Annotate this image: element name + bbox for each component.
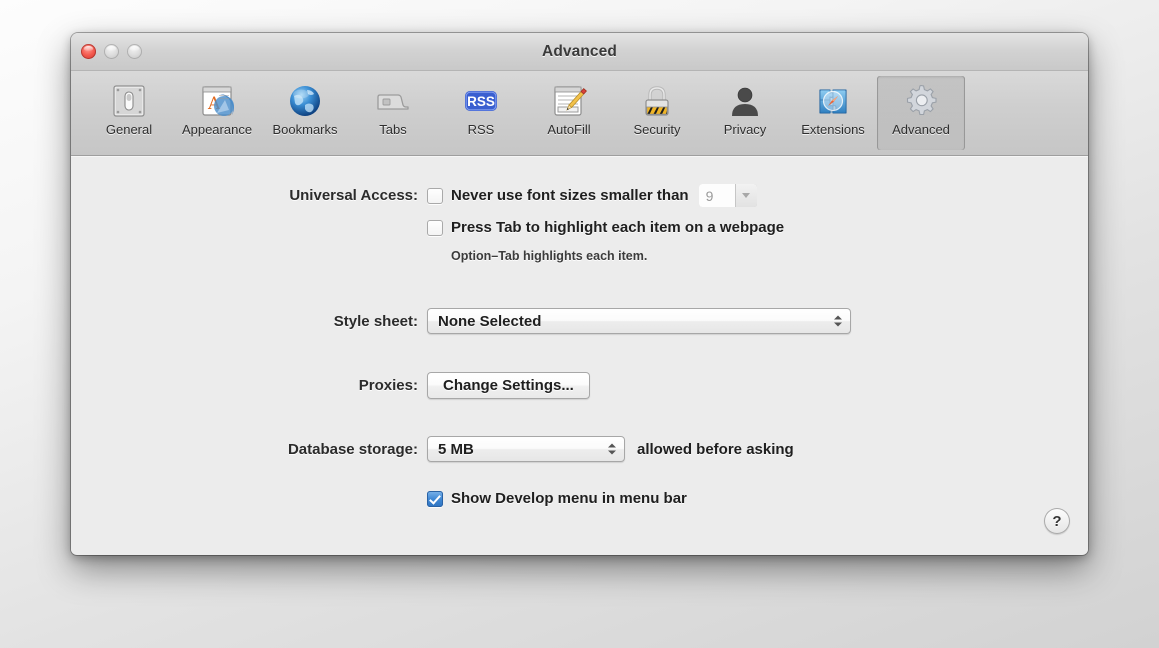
row-database-storage: Database storage: 5 MB allowed before as…: [247, 436, 794, 462]
rss-icon: RSS: [462, 82, 500, 120]
general-icon: [110, 82, 148, 120]
chevron-updown-icon: [608, 443, 616, 455]
toolbar-item-appearance[interactable]: A Appearance: [173, 76, 261, 150]
toolbar-label-extensions: Extensions: [801, 122, 865, 137]
minimum-font-size-dropdown-button[interactable]: [734, 184, 757, 207]
press-tab-highlight-label: Press Tab to highlight each item on a we…: [451, 219, 785, 236]
database-storage-value: 5 MB: [438, 440, 474, 458]
universal-access-label: Universal Access:: [289, 187, 418, 204]
minimum-font-size-combo[interactable]: 9: [698, 184, 757, 207]
toolbar-label-appearance: Appearance: [181, 122, 253, 137]
toolbar-item-general[interactable]: General: [85, 76, 173, 150]
toolbar-item-extensions[interactable]: Extensions: [789, 76, 877, 150]
toolbar-label-general: General: [105, 122, 153, 137]
toolbar-item-security[interactable]: Security: [613, 76, 701, 150]
change-settings-button[interactable]: Change Settings...: [427, 372, 590, 399]
help-button[interactable]: ?: [1044, 508, 1070, 534]
show-develop-menu-label: Show Develop menu in menu bar: [451, 490, 687, 507]
chevron-down-icon: [742, 193, 751, 198]
option-tab-hint: Option–Tab highlights each item.: [451, 249, 648, 263]
toolbar-label-tabs: Tabs: [379, 122, 407, 137]
chevron-updown-icon: [834, 315, 842, 327]
row-option-tab-hint: Option–Tab highlights each item.: [451, 249, 647, 263]
database-storage-label: Database storage:: [287, 440, 418, 458]
never-use-font-sizes-checkbox[interactable]: [427, 187, 443, 204]
toolbar-item-tabs[interactable]: Tabs: [349, 76, 437, 150]
toolbar-label-rss: RSS: [467, 122, 495, 137]
bookmarks-icon: [286, 82, 324, 120]
window-titlebar[interactable]: Advanced: [71, 33, 1088, 71]
toolbar-label-autofill: AutoFill: [547, 122, 591, 137]
database-storage-suffix: allowed before asking: [637, 440, 794, 458]
toolbar-label-advanced: Advanced: [892, 122, 950, 137]
style-sheet-popup[interactable]: None Selected: [427, 308, 851, 334]
minimum-font-size-value: 9: [698, 184, 735, 207]
window-title: Advanced: [542, 43, 617, 60]
person-icon: [726, 82, 764, 120]
row-universal-access: Universal Access: Never use font sizes s…: [247, 184, 757, 207]
toolbar-label-security: Security: [633, 122, 681, 137]
appearance-icon: A: [198, 82, 236, 120]
database-storage-popup[interactable]: 5 MB: [427, 436, 625, 462]
toolbar-item-rss[interactable]: RSS RSS: [437, 76, 525, 150]
style-sheet-value: None Selected: [438, 312, 542, 330]
row-proxies: Proxies: Change Settings...: [247, 372, 590, 399]
toolbar-item-advanced[interactable]: Advanced: [877, 76, 965, 150]
gear-icon: [902, 82, 940, 120]
advanced-pane-content: Universal Access: Never use font sizes s…: [71, 156, 1088, 554]
toolbar-label-privacy: Privacy: [723, 122, 767, 137]
row-develop-menu: Show Develop menu in menu bar: [427, 490, 687, 507]
press-tab-highlight-checkbox[interactable]: [427, 219, 443, 236]
preferences-toolbar: General A Appearance Bookmarks Tabs RSS …: [71, 71, 1088, 156]
toolbar-item-autofill[interactable]: AutoFill: [525, 76, 613, 150]
row-press-tab: Press Tab to highlight each item on a we…: [427, 219, 784, 236]
extensions-icon: [814, 82, 852, 120]
never-use-font-sizes-label: Never use font sizes smaller than: [451, 187, 689, 204]
toolbar-item-privacy[interactable]: Privacy: [701, 76, 789, 150]
tabs-icon: [374, 82, 412, 120]
proxies-label: Proxies:: [358, 377, 418, 394]
lock-icon: [638, 82, 676, 120]
style-sheet-label: Style sheet:: [333, 312, 418, 330]
autofill-icon: [550, 82, 588, 120]
row-style-sheet: Style sheet: None Selected: [247, 308, 851, 334]
svg-text:RSS: RSS: [467, 94, 495, 109]
show-develop-menu-checkbox[interactable]: [427, 490, 443, 507]
preferences-window: Advanced General A Appearance Bookmarks …: [71, 33, 1088, 555]
toolbar-label-bookmarks: Bookmarks: [272, 122, 338, 137]
toolbar-item-bookmarks[interactable]: Bookmarks: [261, 76, 349, 150]
